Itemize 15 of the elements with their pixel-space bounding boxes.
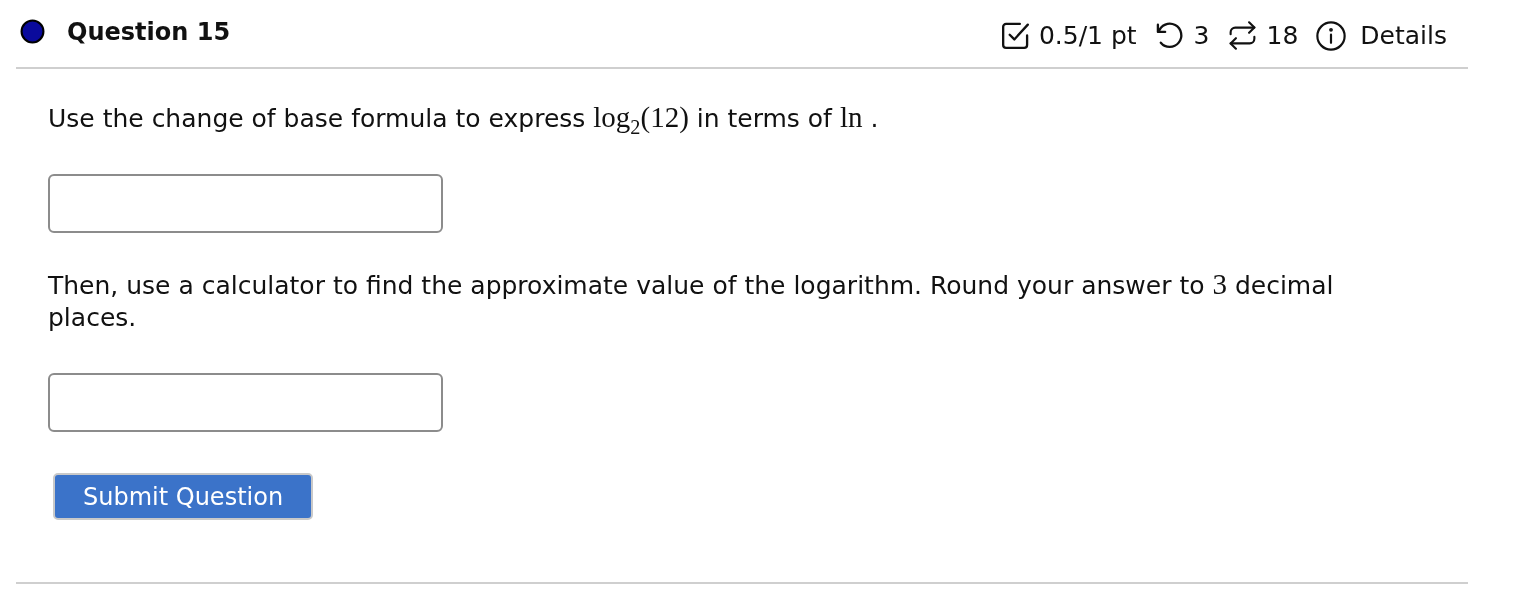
attempts-count: 3 xyxy=(1193,19,1210,52)
info-icon xyxy=(1316,20,1347,51)
points-text: 0.5/1 pt xyxy=(1038,19,1137,52)
status-dot-icon xyxy=(20,19,45,44)
details-button[interactable]: Details xyxy=(1316,18,1447,53)
submit-button[interactable]: Submit Question xyxy=(53,473,314,520)
question-text: Then, use a calculator to find the approximate value of the logarithm. Round your answer to 3 decimal places. xyxy=(48,270,1335,334)
question-title: Question 15 xyxy=(67,16,231,48)
repeat-icon xyxy=(1227,21,1257,50)
undo-icon xyxy=(1154,21,1184,50)
retries-count: 18 xyxy=(1266,19,1299,52)
answer-field[interactable] xyxy=(48,373,443,432)
answer-field[interactable] xyxy=(48,174,443,233)
question-text: Use the change of base formula to express log$_{2}$(12) in terms of ln . xyxy=(48,103,879,135)
checkbox-tick-icon xyxy=(1000,21,1030,50)
